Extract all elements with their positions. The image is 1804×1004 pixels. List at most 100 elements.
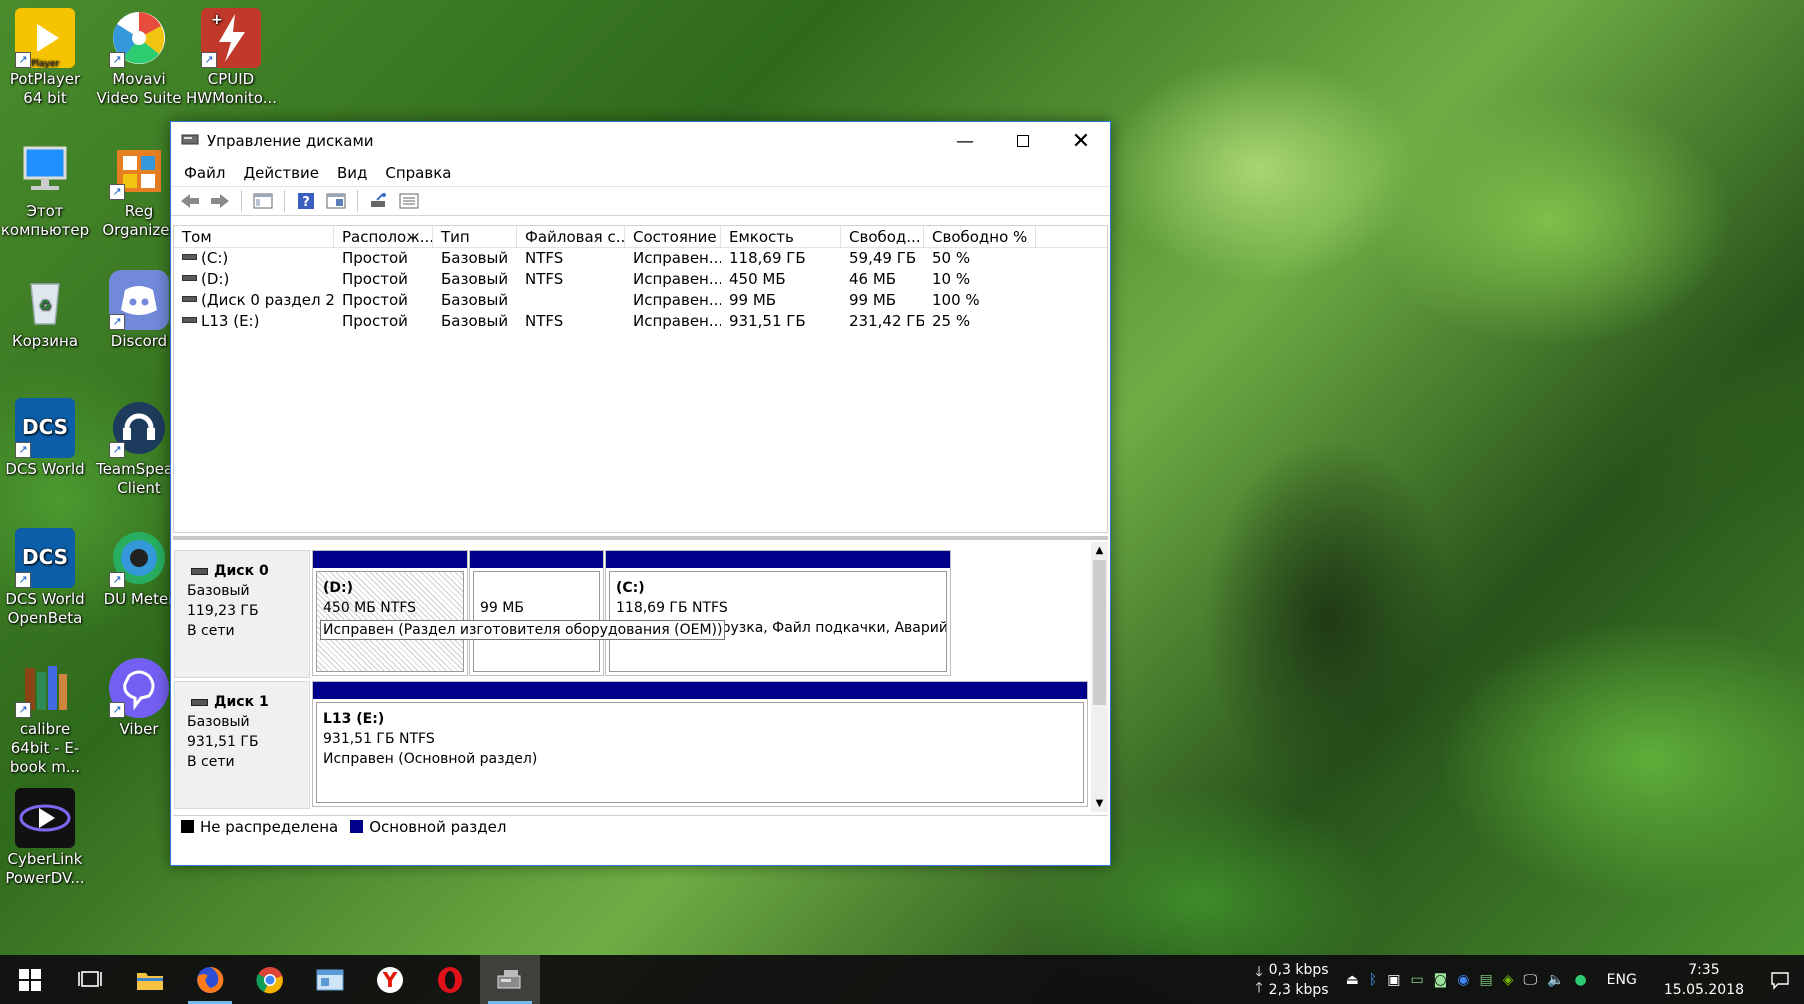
- tray-clock[interactable]: 7:35 15.05.2018: [1664, 960, 1744, 1000]
- tray-monitor-icon[interactable]: ▤: [1474, 972, 1497, 988]
- title-bar[interactable]: Управление дисками — ✕: [171, 122, 1110, 160]
- disk-0-info[interactable]: Диск 0 Базовый 119,23 ГБ В сети: [174, 550, 310, 678]
- scrollbar-thumb[interactable]: [1093, 560, 1106, 705]
- volume-row[interactable]: L13 (E:) Простой Базовый NTFS Исправен... 931…: [174, 311, 1107, 332]
- volume-icon: [182, 316, 197, 323]
- cell-layout: Простой: [334, 269, 433, 290]
- clock-date: 15.05.2018: [1663, 981, 1744, 998]
- console-tree-button[interactable]: [250, 189, 276, 213]
- partition-oem-2[interactable]: 99 МБ: [469, 550, 604, 676]
- column-header-filesystem[interactable]: Файловая с...: [517, 226, 625, 247]
- back-button[interactable]: [177, 189, 203, 213]
- scroll-up-icon[interactable]: ▲: [1091, 542, 1108, 559]
- du-meter-icon: ↗: [109, 528, 169, 588]
- close-button[interactable]: ✕: [1052, 122, 1110, 160]
- menu-action[interactable]: Действие: [234, 164, 328, 182]
- maximize-button[interactable]: [994, 122, 1052, 160]
- tray-nvidia-icon[interactable]: ◈: [1498, 972, 1519, 988]
- tray-bluetooth-icon[interactable]: ᛒ: [1364, 972, 1382, 988]
- desktop-icon-dcs-openbeta[interactable]: DCS ↗ DCS World OpenBeta: [0, 528, 90, 628]
- cell-text: 118,69 ГБ: [729, 249, 806, 267]
- cell-free-percent: 10 %: [924, 269, 1036, 290]
- settings-view-button[interactable]: [396, 189, 422, 213]
- cell-text: Исправен...: [633, 270, 721, 288]
- cell-text: (D:): [201, 270, 230, 288]
- column-header-capacity[interactable]: Емкость: [721, 226, 841, 247]
- column-header-layout[interactable]: Располож...: [334, 226, 433, 247]
- toolbar-separator: [284, 190, 285, 212]
- disk-management-window: Управление дисками — ✕ Файл Действие Вид…: [170, 121, 1111, 866]
- desktop-icon-cyberlink[interactable]: CyberLink PowerDV...: [0, 788, 90, 888]
- cell-text: 931,51 ГБ: [729, 312, 806, 330]
- volume-list: Том Располож... Тип Файловая с... Состоя…: [173, 225, 1108, 533]
- tray-gamepad-icon[interactable]: ◙: [1429, 972, 1453, 988]
- task-view-button[interactable]: [60, 955, 120, 1004]
- desktop-icon-cpuid[interactable]: + ↗ CPUID HWMonito...: [186, 8, 277, 108]
- help-button[interactable]: ?: [293, 189, 319, 213]
- desktop-icon-dcs-world[interactable]: DCS ↗ DCS World: [0, 398, 90, 479]
- pane-splitter[interactable]: [173, 536, 1108, 540]
- maximize-icon: [1017, 135, 1029, 147]
- disk-1-name: Диск 1: [214, 694, 269, 710]
- tray-app-icon[interactable]: ▣: [1382, 972, 1405, 988]
- volume-row[interactable]: (C:) Простой Базовый NTFS Исправен... 118,69 …: [174, 248, 1107, 269]
- start-button[interactable]: [0, 955, 60, 1004]
- properties-button[interactable]: [323, 189, 349, 213]
- partition-tooltip: Исправен (Раздел изготовителя оборудован…: [320, 620, 726, 640]
- disk-0-type: Базовый: [187, 583, 250, 599]
- taskbar-disk-management[interactable]: [480, 955, 540, 1004]
- column-header-free-space[interactable]: Свобод...: [841, 226, 924, 247]
- cell-text: Базовый: [441, 312, 509, 330]
- volume-row[interactable]: (Диск 0 раздел 2) Простой Базовый Исправен.…: [174, 290, 1107, 311]
- minimize-button[interactable]: —: [936, 122, 994, 160]
- taskbar-firefox[interactable]: [180, 955, 240, 1004]
- partition-e-status: Исправен (Основной раздел): [323, 751, 538, 767]
- computer-icon: [15, 140, 75, 200]
- cell-text: Базовый: [441, 270, 509, 288]
- scroll-down-icon[interactable]: ▼: [1091, 795, 1108, 812]
- tray-du-meter-icon[interactable]: ●: [1569, 972, 1591, 988]
- disk-1-info[interactable]: Диск 1 Базовый 931,51 ГБ В сети: [174, 681, 310, 809]
- forward-button[interactable]: [207, 189, 233, 213]
- taskbar-app-window[interactable]: [300, 955, 360, 1004]
- upload-arrow-icon: 🡑: [1255, 979, 1263, 996]
- net-speed-meter[interactable]: 0,3 kbps 2,3 kbps: [1269, 960, 1329, 1000]
- column-header-type[interactable]: Тип: [433, 226, 517, 247]
- menu-file[interactable]: Файл: [175, 164, 234, 182]
- action-center-button[interactable]: [1756, 970, 1804, 990]
- taskbar-chrome[interactable]: [240, 955, 300, 1004]
- minimize-icon: —: [956, 130, 974, 152]
- tray-chrome-icon[interactable]: ◉: [1452, 972, 1474, 988]
- tray-drive-icon[interactable]: ▭: [1405, 972, 1428, 988]
- desktop-icon-calibre[interactable]: ↗ calibre 64bit - E-book m...: [0, 658, 90, 777]
- tray-language[interactable]: ENG: [1602, 972, 1642, 988]
- taskbar-opera[interactable]: [420, 955, 480, 1004]
- discord-icon: ↗: [109, 270, 169, 330]
- column-header-free-percent[interactable]: Свободно %: [924, 226, 1036, 247]
- taskbar-explorer[interactable]: [120, 955, 180, 1004]
- tray-volume-icon[interactable]: 🔈: [1542, 972, 1569, 988]
- menu-view[interactable]: Вид: [328, 164, 376, 182]
- menu-help[interactable]: Справка: [376, 164, 460, 182]
- cell-volume: L13 (E:): [174, 311, 334, 332]
- cell-filesystem: NTFS: [517, 311, 625, 332]
- desktop-icon-this-pc[interactable]: Этот компьютер: [0, 140, 90, 240]
- taskbar-yandex[interactable]: Y: [360, 955, 420, 1004]
- partition-d[interactable]: (D:) 450 МБ NTFS: [312, 550, 468, 676]
- volume-row[interactable]: (D:) Простой Базовый NTFS Исправен... 450 МБ 4…: [174, 269, 1107, 290]
- tray-network-icon[interactable]: 🖵: [1519, 972, 1543, 988]
- partition-e[interactable]: L13 (E:) 931,51 ГБ NTFS Исправен (Основн…: [312, 681, 1088, 807]
- connect-disk-button[interactable]: [366, 189, 392, 213]
- desktop-icon-movavi[interactable]: ↗ Movavi Video Suite: [94, 8, 184, 108]
- desktop-icon-recycle-bin[interactable]: ♻ Корзина: [0, 270, 90, 351]
- graphical-view-scrollbar[interactable]: ▲ ▼: [1091, 542, 1108, 812]
- list-view-icon: [399, 193, 419, 209]
- desktop-icon-potplayer[interactable]: Player ↗ PotPlayer 64 bit: [0, 8, 90, 108]
- tray-eject-icon[interactable]: ⏏: [1341, 972, 1364, 988]
- cell-capacity: 118,69 ГБ: [721, 248, 841, 269]
- column-header-status[interactable]: Состояние: [625, 226, 721, 247]
- cell-layout: Простой: [334, 248, 433, 269]
- volume-icon: [182, 253, 197, 260]
- column-header-volume[interactable]: Том: [174, 226, 334, 247]
- partition-c[interactable]: (C:) 118,69 ГБ NTFS Исправен (Загрузка, …: [605, 550, 951, 676]
